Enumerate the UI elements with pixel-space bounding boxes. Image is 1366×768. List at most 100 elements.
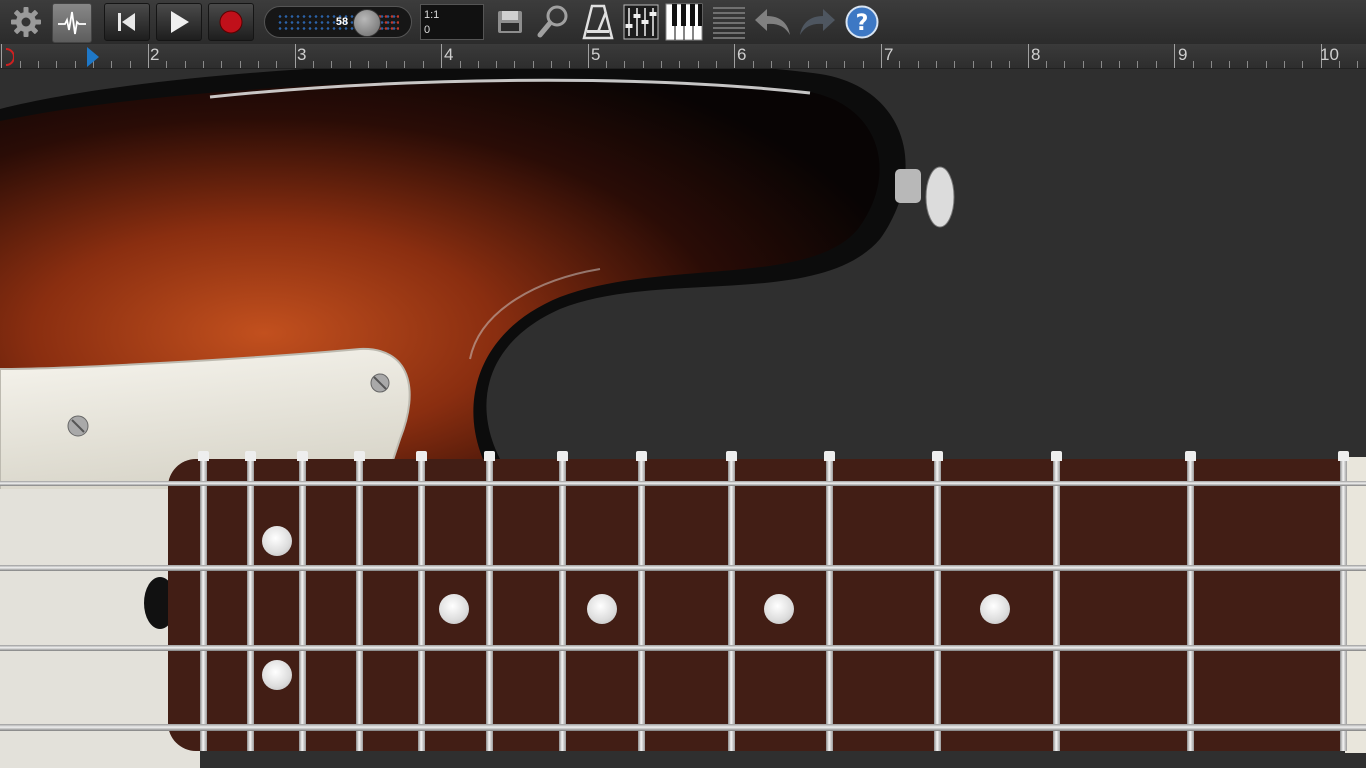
ruler-minor-tick	[863, 61, 864, 68]
tracks-list-icon[interactable]	[710, 2, 748, 42]
ruler-major-tick	[148, 44, 149, 68]
ruler-minor-tick	[75, 61, 76, 68]
inlay-dot	[262, 526, 292, 556]
ruler-minor-tick	[350, 61, 351, 68]
ruler-major-tick	[734, 44, 735, 68]
redo-icon[interactable]	[796, 2, 838, 42]
settings-gear-icon[interactable]	[6, 2, 46, 42]
waveform-icon	[58, 11, 86, 35]
play-icon	[171, 11, 189, 33]
mixer-icon[interactable]	[622, 2, 660, 42]
rewind-to-start-button[interactable]	[104, 3, 150, 41]
ruler-label-3: 3	[297, 45, 307, 64]
ruler-minor-tick	[331, 61, 332, 68]
ruler-minor-tick	[844, 61, 845, 68]
help-icon[interactable]: ?	[842, 2, 882, 42]
string-4[interactable]	[0, 724, 1366, 731]
play-button[interactable]	[156, 3, 202, 41]
ruler-minor-tick	[643, 61, 644, 68]
piano-keyboard-icon[interactable]	[664, 2, 704, 42]
ruler-minor-tick	[1101, 61, 1102, 68]
position-tick: 0	[424, 24, 431, 36]
rewind-to-start-icon	[118, 13, 135, 31]
string-3[interactable]	[0, 645, 1366, 651]
ruler-minor-tick	[1083, 61, 1084, 68]
ruler-minor-tick	[991, 61, 992, 68]
loop-start-marker[interactable]	[0, 47, 14, 67]
ruler-major-tick	[441, 44, 442, 68]
ruler-minor-tick	[20, 61, 21, 68]
fret	[636, 451, 647, 751]
ruler-minor-tick	[1137, 61, 1138, 68]
tempo-slider[interactable]: 58	[264, 6, 412, 38]
fret	[1185, 451, 1196, 751]
waveform-button[interactable]	[52, 3, 92, 43]
inlay-dot	[764, 594, 794, 624]
ruler-minor-tick	[1284, 61, 1285, 68]
string-2[interactable]	[0, 565, 1366, 571]
ruler-label-2: 2	[150, 45, 160, 64]
ruler-minor-tick	[1357, 61, 1358, 68]
fret	[354, 451, 365, 751]
ruler-minor-tick	[679, 61, 680, 68]
ruler-minor-tick	[496, 61, 497, 68]
ruler-minor-tick	[698, 61, 699, 68]
fret	[245, 451, 256, 751]
ruler-minor-tick	[569, 61, 570, 68]
position-display: 1:1 0	[420, 4, 484, 40]
ruler-minor-tick	[166, 61, 167, 68]
ruler-minor-tick	[1247, 61, 1248, 68]
inlay-dot	[262, 660, 292, 690]
fret	[726, 451, 737, 751]
playhead-marker[interactable]	[86, 46, 100, 68]
ruler-label-8: 8	[1031, 45, 1041, 64]
ruler-minor-tick	[221, 61, 222, 68]
ruler-minor-tick	[386, 61, 387, 68]
tempo-slider-knob[interactable]	[353, 9, 381, 37]
position-bar-beat: 1:1	[424, 9, 440, 21]
ruler-minor-tick	[899, 61, 900, 68]
ruler-minor-tick	[1009, 61, 1010, 68]
ruler-minor-tick	[1119, 61, 1120, 68]
ruler-minor-tick	[606, 61, 607, 68]
save-icon[interactable]	[492, 2, 528, 42]
ruler-minor-tick	[789, 61, 790, 68]
string-1[interactable]	[0, 481, 1366, 486]
ruler-label-10: 10	[1320, 45, 1339, 64]
ruler-minor-tick	[460, 61, 461, 68]
ruler-major-tick	[1028, 44, 1029, 68]
ruler-minor-tick	[111, 61, 112, 68]
metronome-icon[interactable]	[578, 2, 618, 42]
ruler-label-7: 7	[884, 45, 894, 64]
ruler-minor-tick	[258, 61, 259, 68]
ruler-minor-tick	[313, 61, 314, 68]
inlay-dot	[439, 594, 469, 624]
ruler-minor-tick	[1302, 61, 1303, 68]
fret	[198, 451, 209, 751]
ruler-major-tick	[588, 44, 589, 68]
ruler-minor-tick	[1211, 61, 1212, 68]
ruler-minor-tick	[771, 61, 772, 68]
ruler-minor-tick	[1229, 61, 1230, 68]
ruler-minor-tick	[56, 61, 57, 68]
ruler-minor-tick	[203, 61, 204, 68]
ruler-label-6: 6	[737, 45, 747, 64]
ruler-minor-tick	[38, 61, 39, 68]
toolbar: 58 1:1 0 ?	[0, 0, 1366, 44]
timeline-ruler[interactable]: 2 3 4 5 6 7 8 9 10	[0, 44, 1366, 69]
ruler-minor-tick	[368, 61, 369, 68]
fret	[484, 451, 495, 751]
undo-icon[interactable]	[752, 2, 794, 42]
ruler-label-4: 4	[444, 45, 454, 64]
ruler-minor-tick	[478, 61, 479, 68]
ruler-minor-tick	[973, 61, 974, 68]
zoom-icon[interactable]	[534, 2, 572, 42]
ruler-major-tick	[295, 44, 296, 68]
fret	[824, 451, 835, 751]
ruler-minor-tick	[716, 61, 717, 68]
ruler-minor-tick	[1193, 61, 1194, 68]
ruler-minor-tick	[551, 61, 552, 68]
ruler-minor-tick	[185, 61, 186, 68]
fret	[297, 451, 308, 751]
record-button[interactable]	[208, 3, 254, 41]
